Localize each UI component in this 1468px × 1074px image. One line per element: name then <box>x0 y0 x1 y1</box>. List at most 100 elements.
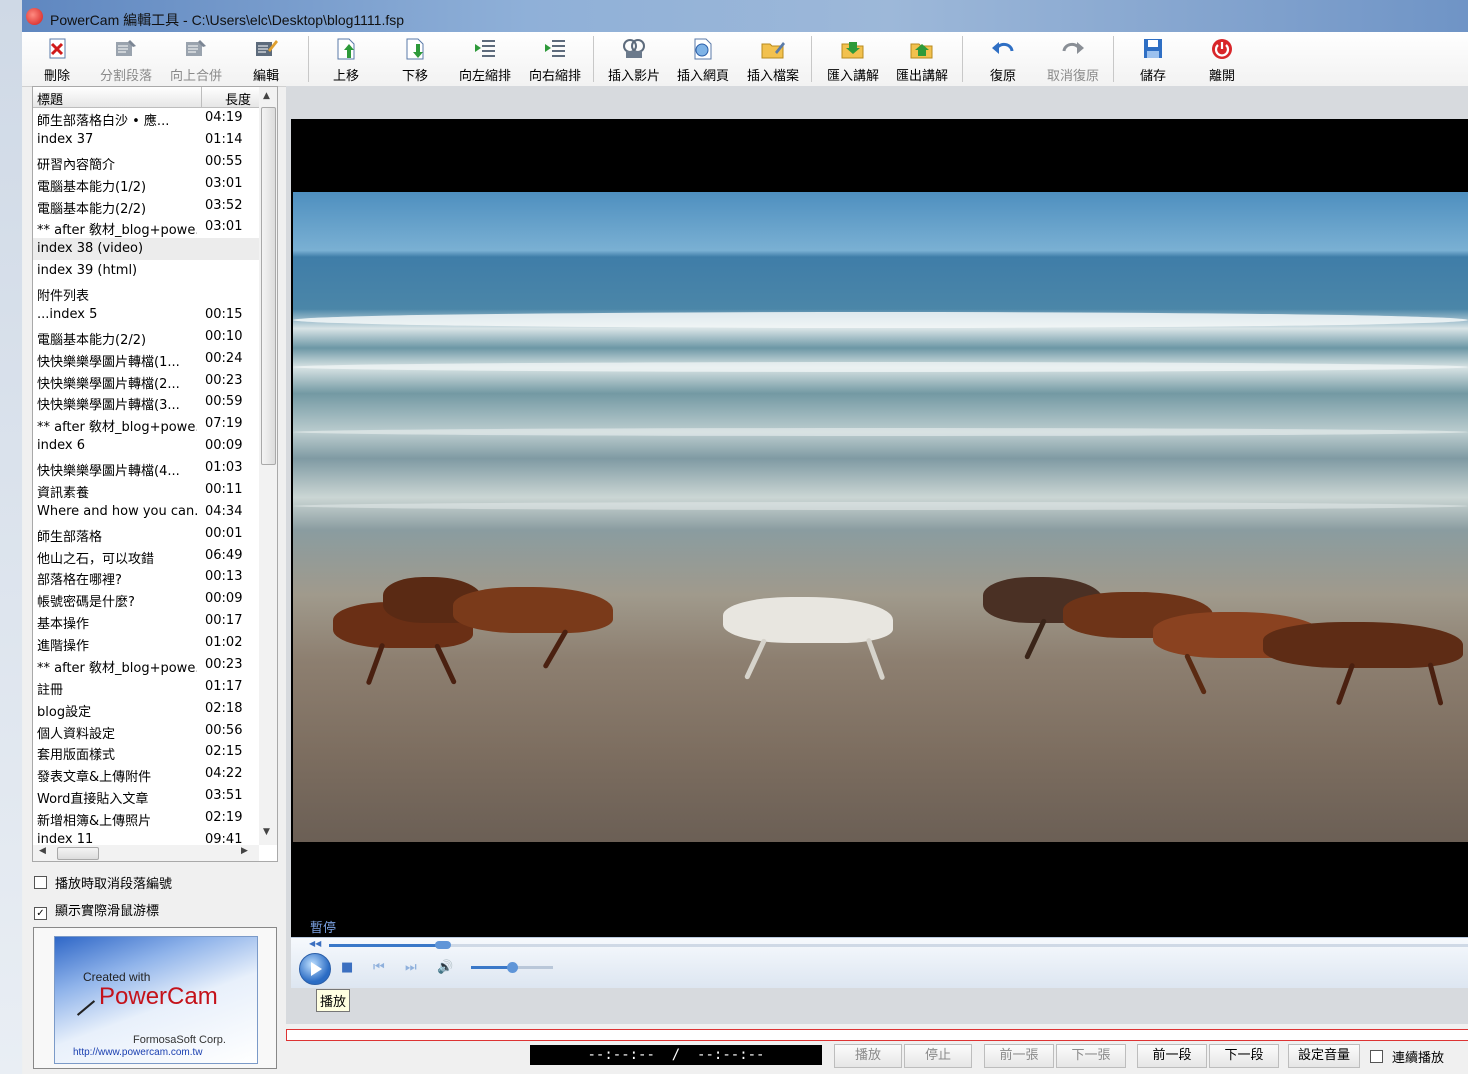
list-item[interactable]: 電腦基本能力(2/2) 00:10 <box>33 326 259 348</box>
list-item[interactable]: 附件列表 <box>33 282 259 304</box>
list-item[interactable]: 資訊素養 00:11 <box>33 479 259 501</box>
indent-label: 向右縮排 <box>528 69 581 84</box>
play-button[interactable] <box>299 953 331 985</box>
split-button[interactable]: 分割段落 <box>94 32 158 86</box>
next-slide-button[interactable]: 下一張 <box>1056 1044 1126 1068</box>
scrollbar-thumb[interactable] <box>57 847 99 860</box>
list-item[interactable]: 研習內容簡介 00:55 <box>33 151 259 173</box>
import-narration-label: 匯入講解 <box>826 69 879 84</box>
list-item[interactable]: 快快樂樂學圖片轉檔(1... 00:24 <box>33 348 259 370</box>
list-item[interactable]: index 37 01:14 <box>33 129 259 151</box>
list-item-length: 02:15 <box>205 744 243 760</box>
list-item[interactable]: 他山之石，可以攻錯 06:49 <box>33 545 259 567</box>
checkbox-box[interactable] <box>1370 1050 1383 1063</box>
list-item[interactable]: 個人資料設定 00:56 <box>33 720 259 742</box>
column-title-header[interactable]: 標題 <box>37 89 63 108</box>
list-item[interactable]: 師生部落格白沙 • 應... 04:19 <box>33 107 259 129</box>
exit-button[interactable]: 離開 <box>1190 32 1254 86</box>
horse-leg <box>1335 662 1356 706</box>
scroll-down-icon[interactable]: ▼ <box>263 827 270 837</box>
previous-slide-button[interactable]: 前一張 <box>984 1044 1054 1068</box>
show-cursor-checkbox[interactable]: ✓ 顯示實際滑鼠游標 <box>34 900 159 920</box>
cancel-numbering-checkbox[interactable]: 播放時取消段落編號 <box>34 873 172 892</box>
list-item[interactable]: index 11 09:41 <box>33 829 259 845</box>
list-item[interactable]: 新增相簿&上傳照片 02:19 <box>33 807 259 829</box>
list-item[interactable]: ** after 敎材_blog+powe... 07:19 <box>33 413 259 435</box>
list-item[interactable]: 發表文章&上傳附件 04:22 <box>33 763 259 785</box>
volume-slider[interactable] <box>471 962 553 973</box>
logo-brand: PowerCam <box>99 983 218 1010</box>
save-button[interactable]: 儲存 <box>1121 32 1185 86</box>
list-item[interactable]: index 38 (video) <box>33 238 259 261</box>
export-narration-button[interactable]: 匯出講解 <box>890 32 954 86</box>
list-item[interactable]: 電腦基本能力(1/2) 03:01 <box>33 173 259 195</box>
powercam-logo: Created with PowerCam FormosaSoft Corp. … <box>54 936 258 1064</box>
outdent-button[interactable]: 向左縮排 <box>453 32 517 86</box>
list-item-length: 09:41 <box>205 831 243 845</box>
redo-button[interactable]: 取消復原 <box>1041 32 1105 86</box>
scroll-up-icon[interactable]: ▲ <box>263 91 270 101</box>
column-divider[interactable] <box>201 87 202 107</box>
powercam-app-icon[interactable] <box>26 8 43 25</box>
move-up-button[interactable]: 上移 <box>314 32 378 86</box>
next-track-icon[interactable]: ⏭ <box>405 960 417 975</box>
list-item[interactable]: 註冊 01:17 <box>33 676 259 698</box>
checkbox-box[interactable] <box>34 876 47 889</box>
stop-button[interactable]: 停止 <box>904 1044 972 1068</box>
list-item[interactable]: index 39 (html) <box>33 260 259 282</box>
list-item[interactable]: 帳號密碼是什麼? 00:09 <box>33 588 259 610</box>
seek-thumb[interactable] <box>434 941 451 949</box>
list-item[interactable]: ** after 敎材_blog+powe... 00:23 <box>33 654 259 676</box>
scroll-left-icon[interactable]: ◀ <box>39 846 46 856</box>
timeline-bar[interactable] <box>286 1029 1468 1041</box>
list-item[interactable]: index 6 00:09 <box>33 435 259 457</box>
insert-web-button[interactable]: 插入網頁 <box>671 32 735 86</box>
previous-segment-button[interactable]: 前一段 <box>1137 1044 1207 1068</box>
list-item-title: index 6 <box>37 438 85 454</box>
insert-file-button[interactable]: 插入檔案 <box>741 32 805 86</box>
delete-button[interactable]: 刪除 <box>25 32 89 86</box>
move-down-button[interactable]: 下移 <box>383 32 447 86</box>
list-item-length: 00:23 <box>205 372 243 388</box>
list-item-length: 03:01 <box>205 219 243 235</box>
seek-bar[interactable] <box>329 941 1468 949</box>
segment-list[interactable]: 標題 長度 師生部落格白沙 • 應... 04:19 index 37 01:14 研習… <box>32 86 278 862</box>
list-item[interactable]: ** after 敎材_blog+powe... 03:01 <box>33 216 259 238</box>
play-button-bottom[interactable]: 播放 <box>834 1044 902 1068</box>
rewind-icon[interactable]: ◀◀ <box>309 939 321 948</box>
set-volume-button[interactable]: 設定音量 <box>1288 1044 1360 1068</box>
volume-thumb[interactable] <box>507 962 518 973</box>
list-item[interactable]: 師生部落格 00:01 <box>33 523 259 545</box>
next-segment-button[interactable]: 下一段 <box>1209 1044 1279 1068</box>
list-item[interactable]: 快快樂樂學圖片轉檔(4... 01:03 <box>33 457 259 479</box>
vertical-scrollbar[interactable]: ▲ ▼ <box>259 87 277 845</box>
column-length-header[interactable]: 長度 <box>225 89 251 108</box>
list-item[interactable]: blog設定 02:18 <box>33 698 259 720</box>
wave-foam <box>293 362 1468 372</box>
edit-button[interactable]: 編輯 <box>234 32 298 86</box>
list-item[interactable]: 進階操作 01:02 <box>33 632 259 654</box>
indent-button[interactable]: 向右縮排 <box>523 32 587 86</box>
list-item[interactable]: 部落格在哪裡? 00:13 <box>33 566 259 588</box>
list-item[interactable]: 快快樂樂學圖片轉檔(3... 00:59 <box>33 391 259 413</box>
scrollbar-thumb[interactable] <box>261 107 276 465</box>
list-item[interactable]: Word直接貼入文章 03:51 <box>33 785 259 807</box>
scroll-right-icon[interactable]: ▶ <box>241 846 248 856</box>
list-item[interactable]: ...index 5 00:15 <box>33 304 259 326</box>
list-item[interactable]: 基本操作 00:17 <box>33 610 259 632</box>
checkbox-box[interactable]: ✓ <box>34 907 47 920</box>
horizontal-scrollbar[interactable]: ◀ ▶ <box>33 845 259 861</box>
continuous-play-checkbox[interactable]: 連續播放 <box>1370 1047 1444 1066</box>
insert-video-button[interactable]: 插入影片 <box>602 32 666 86</box>
list-item[interactable]: 快快樂樂學圖片轉檔(2... 00:23 <box>33 370 259 392</box>
list-item[interactable]: 套用版面樣式 02:15 <box>33 741 259 763</box>
previous-track-icon[interactable]: ⏮ <box>373 960 385 975</box>
volume-icon[interactable]: 🔊 <box>437 960 453 975</box>
stop-icon[interactable]: ■ <box>341 960 353 975</box>
list-item[interactable]: 電腦基本能力(2/2) 03:52 <box>33 195 259 217</box>
exit-label: 離開 <box>1208 69 1235 84</box>
merge-button[interactable]: 向上合併 <box>164 32 228 86</box>
import-narration-button[interactable]: 匯入講解 <box>821 32 885 86</box>
undo-button[interactable]: 復原 <box>971 32 1035 86</box>
list-item[interactable]: Where and how you can... 04:34 <box>33 501 259 523</box>
